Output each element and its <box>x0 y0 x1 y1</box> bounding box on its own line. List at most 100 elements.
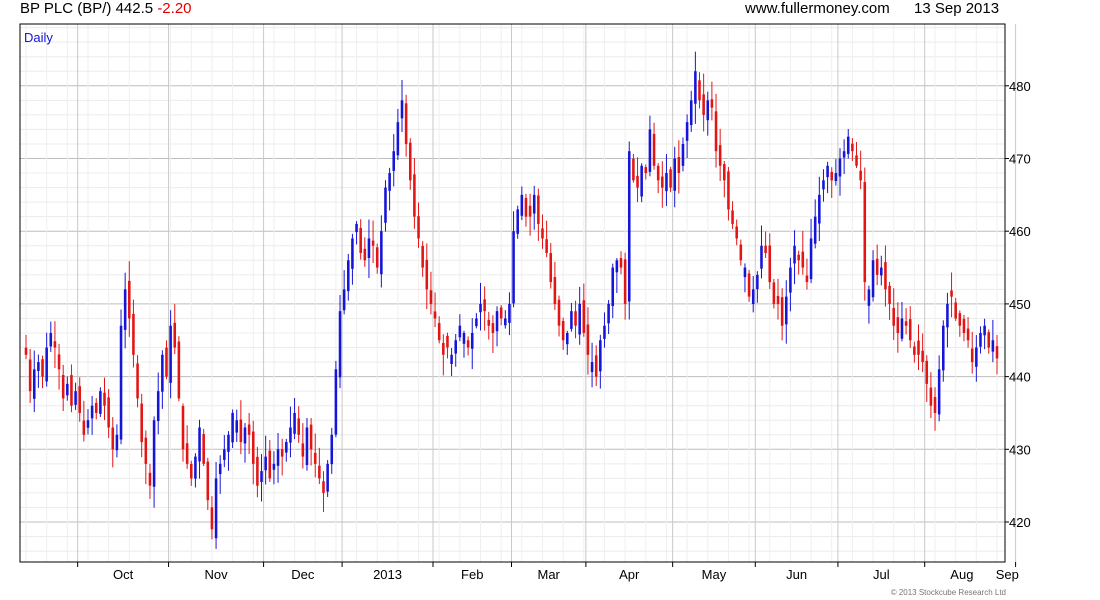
candle-body <box>334 369 338 435</box>
candle-body <box>842 151 846 158</box>
candle-body <box>801 251 805 268</box>
candle-body <box>210 507 214 530</box>
candle-body <box>173 322 177 348</box>
candle-body <box>392 151 396 171</box>
candle-body <box>347 260 350 292</box>
candle-body <box>342 289 346 311</box>
candle-body <box>462 332 466 344</box>
candle-body <box>937 369 941 415</box>
candle-body <box>979 332 982 347</box>
candle-body <box>987 332 991 348</box>
candle-body <box>962 318 966 333</box>
candle-body <box>487 319 491 326</box>
candle-body <box>231 412 234 443</box>
x-tick-label: Jul <box>873 567 890 582</box>
candle-body <box>111 427 115 450</box>
candle-body <box>661 176 664 188</box>
candle-body <box>66 383 69 396</box>
candle-body <box>227 434 230 452</box>
candle-body <box>318 465 321 479</box>
candle-body <box>714 111 718 152</box>
candle-body <box>702 94 705 115</box>
candle-body <box>396 122 400 156</box>
candle-body <box>656 165 660 181</box>
x-tick-label: 2013 <box>373 567 402 582</box>
candle-body <box>789 267 792 293</box>
candle-body <box>74 391 77 405</box>
candle-body <box>838 158 842 177</box>
candle-body <box>504 318 507 326</box>
candle-body <box>888 285 891 304</box>
candle-body <box>884 262 887 290</box>
candle-body <box>706 100 710 121</box>
candle-body <box>28 359 32 392</box>
candle-body <box>557 299 561 326</box>
candle-body <box>189 463 193 479</box>
candle-body <box>264 456 267 471</box>
candle-body <box>549 253 553 283</box>
candle-body <box>954 302 957 319</box>
candle-body <box>247 424 251 435</box>
candle-body <box>198 427 201 462</box>
candle-body <box>280 449 284 457</box>
candle-body <box>330 434 334 465</box>
candle-body <box>644 167 648 174</box>
candle-body <box>528 205 532 217</box>
candle-body <box>995 346 999 359</box>
candle-body <box>855 155 858 166</box>
copyright-note: © 2013 Stockcube Research Ltd <box>890 588 1006 597</box>
y-tick-label: 460 <box>1009 224 1031 239</box>
candle-body <box>900 318 904 339</box>
candle-body <box>86 420 90 428</box>
candle-body <box>685 122 689 141</box>
candle-body <box>214 478 218 539</box>
candle-body <box>648 129 652 172</box>
candle-body <box>99 391 102 414</box>
candle-body <box>322 481 325 493</box>
candle-body <box>90 405 94 419</box>
candle-body <box>107 397 110 428</box>
candle-body <box>689 100 693 126</box>
candle-body <box>822 180 825 190</box>
candle-body <box>751 289 755 305</box>
candle-body <box>863 182 867 283</box>
candle-body <box>103 392 106 406</box>
candle-body <box>830 171 834 181</box>
candle-body <box>532 194 536 214</box>
candle-body <box>119 325 123 440</box>
candle-body <box>268 450 272 479</box>
candle-body <box>826 165 829 178</box>
candle-body <box>677 156 681 174</box>
candle-body <box>260 471 263 482</box>
x-tick-label: Mar <box>537 567 560 582</box>
x-tick-label: Sep <box>996 567 1019 582</box>
candle-body <box>429 290 433 304</box>
candle-body <box>136 363 139 399</box>
candle-body <box>739 244 743 261</box>
x-tick-label: Nov <box>205 567 229 582</box>
candle-body <box>582 300 586 333</box>
candle-body <box>400 100 404 119</box>
candle-body <box>929 387 933 406</box>
candle-body <box>760 245 763 269</box>
y-axis: 420 430 440 450 460 470 480 <box>1005 79 1031 530</box>
x-tick-label: Apr <box>619 567 640 582</box>
candle-body <box>380 231 383 275</box>
candle-body <box>694 71 697 104</box>
candle-body <box>70 375 73 406</box>
candle-body <box>45 347 48 382</box>
candle-body <box>185 443 189 464</box>
candle-body <box>272 463 276 470</box>
candle-body <box>115 434 119 451</box>
candle-body <box>627 151 631 302</box>
candle-body <box>880 267 883 276</box>
candle-body <box>524 197 528 217</box>
candle-body <box>41 359 44 377</box>
candle-body <box>756 274 759 290</box>
candle-body <box>313 452 317 464</box>
candle-body <box>718 145 722 166</box>
candle-body <box>925 360 929 384</box>
candle-body <box>223 449 226 460</box>
candle-body <box>809 238 813 280</box>
y-tick-label: 480 <box>1009 79 1031 94</box>
